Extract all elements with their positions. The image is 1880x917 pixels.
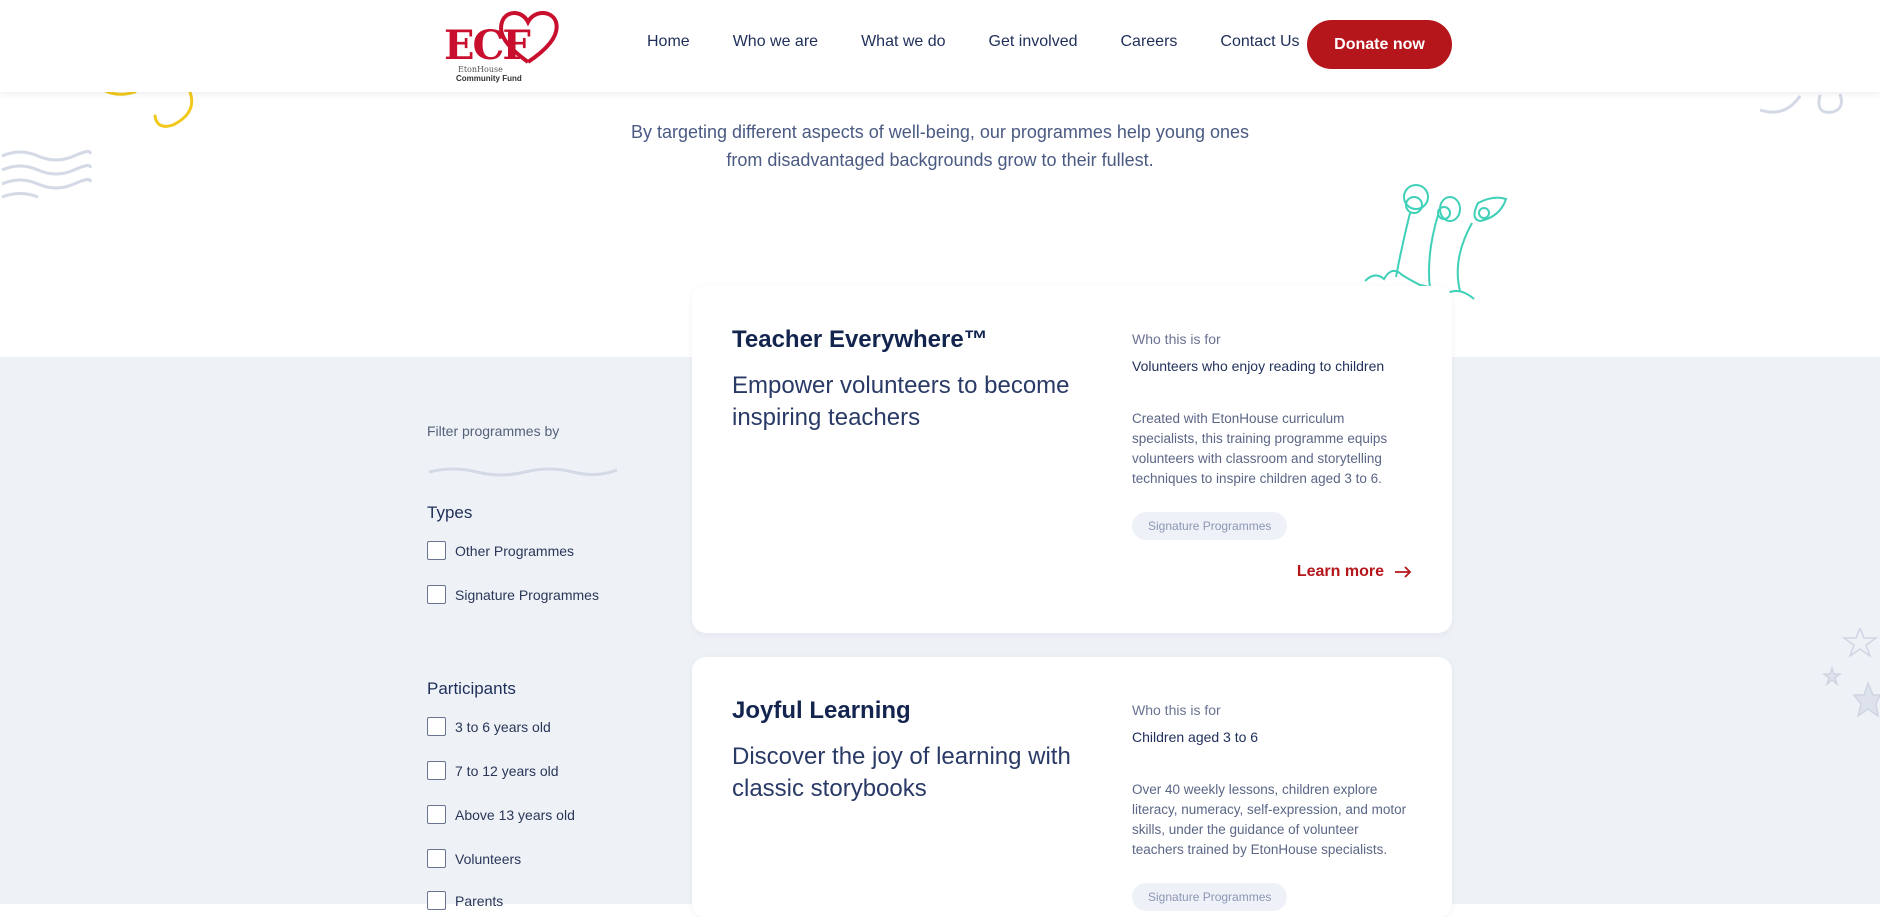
checkbox-label: Parents: [455, 892, 504, 909]
checkbox-label: Signature Programmes: [455, 586, 599, 603]
who-label: Who this is for: [1132, 331, 1221, 347]
ecf-logo[interactable]: ECF EtonHouse Community Fund: [440, 6, 560, 84]
filter-option-signature-programmes[interactable]: Signature Programmes: [427, 585, 599, 604]
checkbox-label: Above 13 years old: [455, 806, 575, 823]
wave-lines-icon: [1, 149, 92, 199]
who-value: Volunteers who enjoy reading to children: [1132, 358, 1385, 374]
intro-line-1: By targeting different aspects of well-b…: [630, 122, 1250, 142]
participants-group-title: Participants: [427, 679, 516, 698]
nav-what-we-do[interactable]: What we do: [861, 33, 945, 51]
filter-option-above-13[interactable]: Above 13 years old: [427, 805, 575, 824]
checkbox[interactable]: [427, 717, 446, 736]
who-label: Who this is for: [1132, 702, 1221, 718]
learn-more-label: Learn more: [1296, 563, 1384, 580]
nav-home[interactable]: Home: [647, 33, 690, 51]
learn-more-link[interactable]: Learn more: [1297, 563, 1412, 581]
main-nav: Home Who we are What we do Get involved …: [647, 33, 1343, 51]
programme-card: Joyful Learning Discover the joy of lear…: [692, 657, 1452, 917]
grey-curve-doodle-icon: [1759, 93, 1843, 114]
nav-contact-us[interactable]: Contact Us: [1220, 33, 1299, 51]
programme-description: Over 40 weekly lessons, children explore…: [1132, 782, 1407, 857]
programme-description: Created with EtonHouse curriculum specia…: [1132, 411, 1388, 486]
arrow-right-icon: [1395, 566, 1412, 578]
checkbox[interactable]: [427, 849, 446, 868]
filter-option-other-programmes[interactable]: Other Programmes: [427, 541, 574, 560]
checkbox-label: 7 to 12 years old: [455, 762, 559, 779]
filter-option-parents[interactable]: Parents: [427, 891, 503, 910]
checkbox-label: 3 to 6 years old: [455, 718, 551, 735]
site-header: ECF EtonHouse Community Fund Home Who we…: [0, 0, 1880, 92]
programme-title: Teacher Everywhere™: [732, 326, 988, 353]
teal-flowers-doodle-icon: [1364, 184, 1508, 300]
nav-careers[interactable]: Careers: [1120, 33, 1177, 51]
checkbox[interactable]: [427, 891, 446, 910]
programmes-intro: By targeting different aspects of well-b…: [600, 118, 1280, 174]
programme-tagline: Discover the joy of learning with classi…: [732, 743, 1071, 802]
checkbox[interactable]: [427, 585, 446, 604]
filter-option-volunteers[interactable]: Volunteers: [427, 849, 521, 868]
wavy-divider-icon: [428, 467, 618, 477]
logo-subtitle-community-fund: Community Fund: [456, 74, 522, 83]
programme-type-chip: Signature Programmes: [1132, 883, 1288, 911]
donate-button[interactable]: Donate now: [1307, 20, 1452, 69]
nav-who-we-are[interactable]: Who we are: [733, 33, 818, 51]
checkbox[interactable]: [427, 541, 446, 560]
filter-option-3-to-6[interactable]: 3 to 6 years old: [427, 717, 551, 736]
star-doodles-icon: [1821, 628, 1880, 718]
checkbox[interactable]: [427, 805, 446, 824]
logo-subtitle-etonhouse: EtonHouse: [458, 65, 503, 74]
filter-option-7-to-12[interactable]: 7 to 12 years old: [427, 761, 559, 780]
intro-line-2: from disadvantaged backgrounds grow to t…: [726, 150, 1154, 170]
programme-card: Teacher Everywhere™ Empower volunteers t…: [692, 286, 1452, 633]
nav-get-involved[interactable]: Get involved: [989, 33, 1078, 51]
filter-title: Filter programmes by: [427, 423, 560, 439]
checkbox[interactable]: [427, 761, 446, 780]
programme-type-chip: Signature Programmes: [1132, 512, 1288, 540]
programme-tagline: Empower volunteers to become inspiring t…: [732, 372, 1070, 431]
checkbox-label: Volunteers: [455, 850, 522, 867]
heart-icon: [499, 11, 559, 64]
types-group-title: Types: [427, 503, 473, 522]
programme-title: Joyful Learning: [732, 697, 911, 724]
who-value: Children aged 3 to 6: [1132, 729, 1259, 745]
checkbox-label: Other Programmes: [455, 542, 575, 559]
